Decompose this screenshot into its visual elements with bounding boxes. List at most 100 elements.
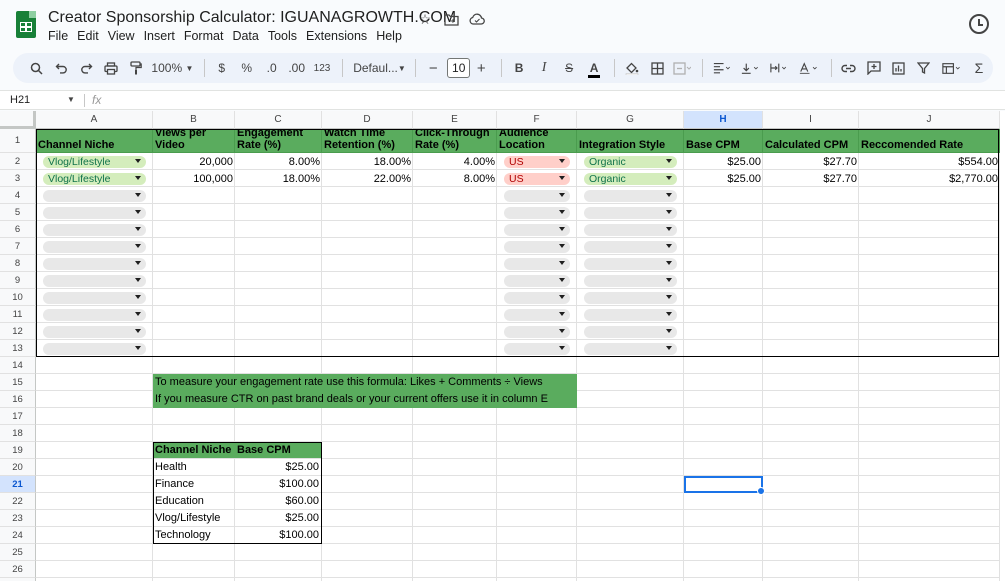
- search-menus-icon[interactable]: [25, 56, 47, 80]
- menu-extensions[interactable]: Extensions: [306, 28, 375, 43]
- insert-link-icon[interactable]: [838, 56, 860, 80]
- grid-cell[interactable]: [153, 306, 235, 323]
- grid-cell[interactable]: [36, 374, 153, 391]
- dropdown-chip[interactable]: Organic: [584, 172, 677, 185]
- grid-cell[interactable]: [36, 510, 153, 527]
- row-header-8[interactable]: 8: [0, 255, 36, 272]
- grid-cell[interactable]: [36, 391, 153, 408]
- menu-view[interactable]: View: [108, 28, 143, 43]
- table-data-cell[interactable]: 18.00%: [322, 153, 413, 170]
- menu-edit[interactable]: Edit: [77, 28, 107, 43]
- grid-cell[interactable]: [322, 255, 413, 272]
- redo-icon[interactable]: [75, 56, 97, 80]
- grid-cell[interactable]: [413, 204, 497, 221]
- zoom-select[interactable]: 100% ▼: [150, 56, 195, 80]
- grid-cell[interactable]: [577, 544, 684, 561]
- row-header-9[interactable]: 9: [0, 272, 36, 289]
- grid-cell[interactable]: [577, 442, 684, 459]
- grid-cell[interactable]: [859, 561, 1000, 578]
- grid-cell[interactable]: [413, 476, 497, 493]
- grid-cell[interactable]: [413, 289, 497, 306]
- grid-cell[interactable]: [322, 187, 413, 204]
- grid-cell[interactable]: [684, 459, 763, 476]
- column-header-g[interactable]: G: [577, 111, 684, 129]
- grid-cell[interactable]: [36, 442, 153, 459]
- grid-cell[interactable]: [684, 561, 763, 578]
- reference-header-niche[interactable]: Channel Niche: [153, 442, 235, 459]
- grid-cell[interactable]: [859, 187, 1000, 204]
- empty-dropdown-chip[interactable]: [584, 274, 677, 287]
- empty-dropdown-chip[interactable]: [584, 223, 677, 236]
- empty-dropdown-chip[interactable]: [584, 189, 677, 202]
- row-header-1[interactable]: 1: [0, 129, 36, 153]
- font-select[interactable]: Defaul... ▼: [349, 56, 406, 80]
- grid-cell[interactable]: [684, 357, 763, 374]
- star-icon[interactable]: ☆: [416, 10, 434, 28]
- row-header-19[interactable]: 19: [0, 442, 36, 459]
- grid-cell[interactable]: [497, 476, 577, 493]
- grid-cell[interactable]: [235, 408, 322, 425]
- grid-cell[interactable]: [413, 408, 497, 425]
- grid-cell[interactable]: [684, 204, 763, 221]
- grid-cell[interactable]: [763, 306, 859, 323]
- row-header-14[interactable]: 14: [0, 357, 36, 374]
- grid-cell[interactable]: [322, 357, 413, 374]
- chevron-down-icon[interactable]: ▼: [67, 95, 75, 104]
- menu-help[interactable]: Help: [376, 28, 410, 43]
- font-size-decrease-icon[interactable]: −: [422, 56, 444, 80]
- paint-format-icon[interactable]: [125, 56, 147, 80]
- dropdown-chip[interactable]: Vlog/Lifestyle: [43, 155, 146, 168]
- grid-cell[interactable]: [859, 255, 1000, 272]
- grid-cell[interactable]: [763, 425, 859, 442]
- empty-dropdown-chip[interactable]: [504, 291, 570, 304]
- table-header-cell[interactable]: Channel Niche: [36, 129, 153, 153]
- currency-format-button[interactable]: $: [211, 56, 233, 80]
- grid-cell[interactable]: [322, 476, 413, 493]
- version-history-icon[interactable]: [969, 14, 989, 34]
- grid-cell[interactable]: [235, 544, 322, 561]
- grid-cell[interactable]: [577, 459, 684, 476]
- grid-cell[interactable]: [153, 323, 235, 340]
- grid-cell[interactable]: [684, 187, 763, 204]
- menu-insert[interactable]: Insert: [144, 28, 183, 43]
- table-data-cell[interactable]: $25.00: [684, 170, 763, 187]
- reference-cpm-cell[interactable]: $100.00: [235, 476, 322, 493]
- grid-cell[interactable]: [859, 527, 1000, 544]
- grid-cell[interactable]: [36, 408, 153, 425]
- grid-cell[interactable]: [413, 323, 497, 340]
- strikethrough-icon[interactable]: S: [558, 56, 580, 80]
- grid-cell[interactable]: [763, 272, 859, 289]
- empty-dropdown-chip[interactable]: [584, 342, 677, 355]
- grid-cell[interactable]: [763, 187, 859, 204]
- empty-dropdown-chip[interactable]: [504, 308, 570, 321]
- row-header-5[interactable]: 5: [0, 204, 36, 221]
- grid-cell[interactable]: [684, 391, 763, 408]
- grid-cell[interactable]: [322, 544, 413, 561]
- document-title[interactable]: Creator Sponsorship Calculator: IGUANAGR…: [48, 9, 456, 27]
- table-data-cell[interactable]: 18.00%: [235, 170, 322, 187]
- grid-cell[interactable]: [322, 493, 413, 510]
- table-header-cell[interactable]: Base CPM: [684, 129, 763, 153]
- grid-cell[interactable]: [763, 340, 859, 357]
- row-header-20[interactable]: 20: [0, 459, 36, 476]
- grid-cell[interactable]: [497, 493, 577, 510]
- empty-dropdown-chip[interactable]: [43, 257, 146, 270]
- grid-cell[interactable]: [684, 289, 763, 306]
- grid-cell[interactable]: [322, 221, 413, 238]
- grid-cell[interactable]: [684, 238, 763, 255]
- reference-niche-cell[interactable]: Health: [153, 459, 235, 476]
- grid-cell[interactable]: [859, 442, 1000, 459]
- grid-cell[interactable]: [684, 442, 763, 459]
- grid-cell[interactable]: [763, 323, 859, 340]
- column-header-h[interactable]: H: [684, 111, 763, 129]
- grid-cell[interactable]: [235, 357, 322, 374]
- grid-cell[interactable]: [577, 476, 684, 493]
- column-header-d[interactable]: D: [322, 111, 413, 129]
- table-data-cell[interactable]: $27.70: [763, 153, 859, 170]
- grid-cell[interactable]: [235, 221, 322, 238]
- empty-dropdown-chip[interactable]: [584, 308, 677, 321]
- empty-dropdown-chip[interactable]: [584, 291, 677, 304]
- empty-dropdown-chip[interactable]: [584, 325, 677, 338]
- row-header-24[interactable]: 24: [0, 527, 36, 544]
- row-header-22[interactable]: 22: [0, 493, 36, 510]
